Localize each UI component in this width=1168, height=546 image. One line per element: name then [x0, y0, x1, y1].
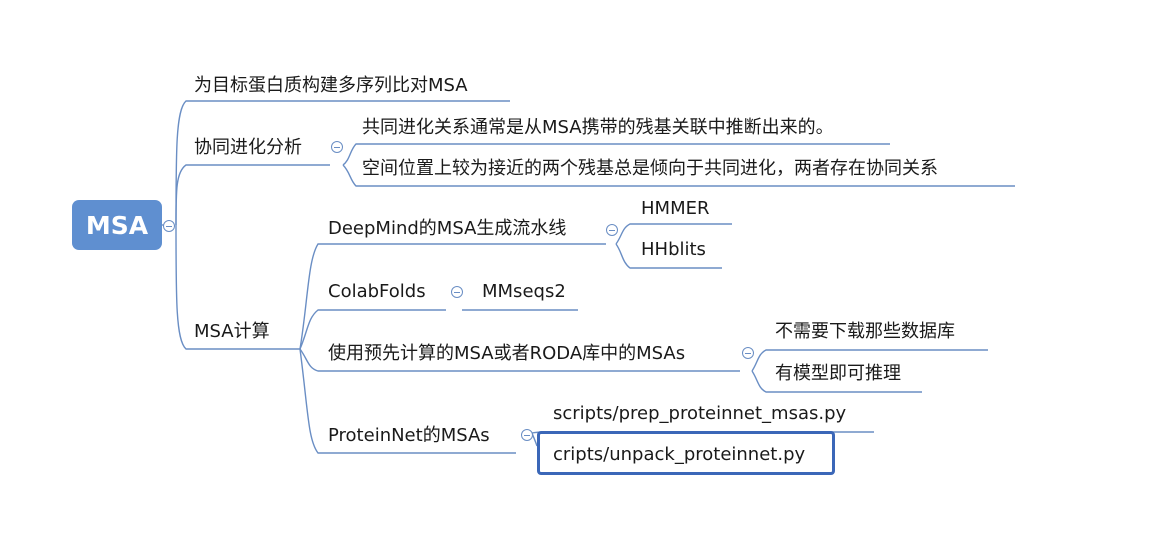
- root-collapse-icon[interactable]: [163, 220, 175, 232]
- coevolution-child-2[interactable]: 空间位置上较为接近的两个残基总是倾向于共同进化，两者存在协同关系: [362, 157, 938, 181]
- model-inference-node[interactable]: 有模型即可推理: [775, 362, 901, 386]
- prep-proteinnet-script-node[interactable]: scripts/prep_proteinnet_msas.py: [553, 402, 846, 426]
- colabfolds-collapse-icon[interactable]: [451, 286, 463, 298]
- proteinnet-collapse-icon[interactable]: [521, 429, 533, 441]
- roda-msa-node[interactable]: 使用预先计算的MSA或者RODA库中的MSAs: [328, 342, 685, 366]
- mmseqs2-node[interactable]: MMseqs2: [482, 280, 566, 304]
- branch-msa-compute[interactable]: MSA计算: [194, 320, 270, 344]
- proteinnet-msas-node[interactable]: ProteinNet的MSAs: [328, 424, 490, 448]
- coevolution-collapse-icon[interactable]: [331, 141, 343, 153]
- mind-map-canvas: MSA 为目标蛋白质构建多序列比对MSA 协同进化分析 MSA计算 共同进化关系…: [0, 0, 1168, 546]
- deepmind-pipeline-node[interactable]: DeepMind的MSA生成流水线: [328, 217, 566, 241]
- deepmind-collapse-icon[interactable]: [606, 224, 618, 236]
- branch-coevolution[interactable]: 协同进化分析: [194, 136, 302, 160]
- coevolution-child-1[interactable]: 共同进化关系通常是从MSA携带的残基关联中推断出来的。: [362, 116, 834, 140]
- hmmer-node[interactable]: HMMER: [641, 197, 709, 221]
- no-download-db-node[interactable]: 不需要下载那些数据库: [775, 320, 955, 344]
- root-node[interactable]: MSA: [72, 200, 162, 250]
- colabfolds-node[interactable]: ColabFolds: [328, 280, 426, 304]
- root-label: MSA: [85, 210, 149, 240]
- hhblits-node[interactable]: HHblits: [641, 238, 706, 262]
- unpack-proteinnet-script-node[interactable]: cripts/unpack_proteinnet.py: [553, 443, 805, 467]
- branch-build-msa[interactable]: 为目标蛋白质构建多序列比对MSA: [194, 74, 468, 98]
- roda-collapse-icon[interactable]: [742, 347, 754, 359]
